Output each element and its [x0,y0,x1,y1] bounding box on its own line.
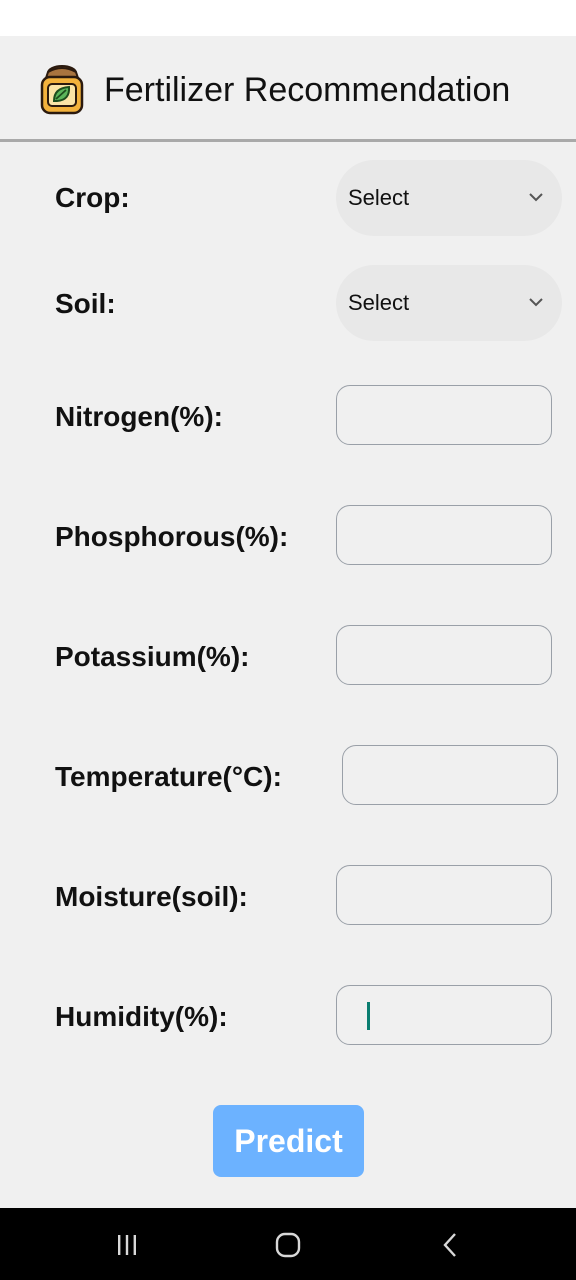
crop-select-value: Select [348,185,410,210]
potassium-input[interactable] [336,625,552,685]
status-bar [0,0,576,36]
temperature-label: Temperature(°C): [55,761,282,792]
predict-button[interactable]: Predict [213,1105,364,1177]
phosphorous-input[interactable] [336,505,552,565]
page-title: Fertilizer Recommendation [104,71,511,109]
humidity-label: Humidity(%): [55,1001,228,1032]
soil-label: Soil: [55,288,116,319]
system-nav-bar [0,1208,576,1280]
potassium-label: Potassium(%): [55,641,250,672]
phosphorous-label: Phosphorous(%): [55,521,289,552]
fertilizer-bag-icon [38,60,86,116]
moisture-input[interactable] [336,865,552,925]
nitrogen-label: Nitrogen(%): [55,401,223,432]
nitrogen-input[interactable] [336,385,552,445]
soil-select-value: Select [348,290,410,315]
recent-apps-icon[interactable] [112,1230,142,1260]
humidity-input[interactable] [336,985,552,1045]
soil-select[interactable]: Select [336,265,562,341]
text-caret [367,1002,370,1030]
moisture-label: Moisture(soil): [55,881,248,912]
chevron-down-icon [528,295,544,307]
crop-select[interactable]: Select [336,160,562,236]
temperature-input[interactable] [342,745,558,805]
back-icon[interactable] [435,1230,465,1260]
header-divider [0,139,576,142]
chevron-down-icon [528,190,544,202]
app-header: Fertilizer Recommendation [0,36,576,142]
crop-label: Crop: [55,182,130,213]
app-screen: Fertilizer Recommendation Crop: Select S… [0,36,576,1208]
home-icon[interactable] [273,1230,303,1260]
